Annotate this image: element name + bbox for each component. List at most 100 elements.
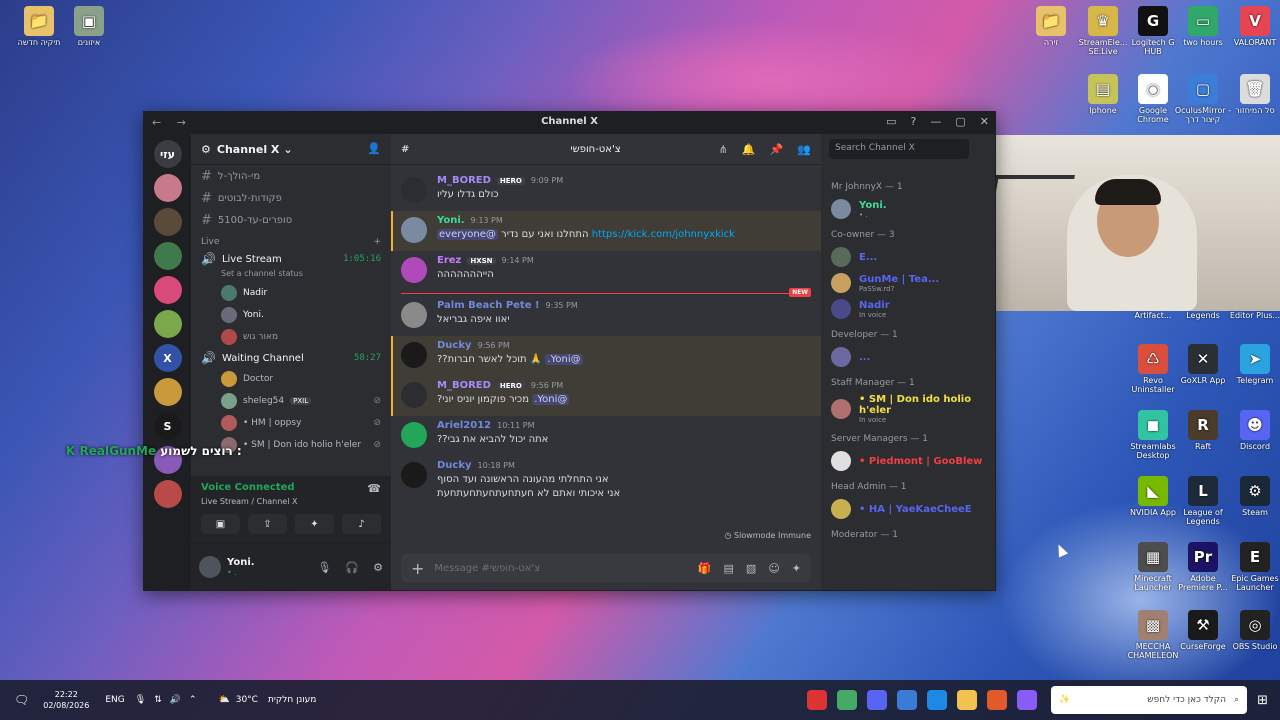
server-icon[interactable] [153,242,182,270]
desktop-icon[interactable]: ☻ Discord [1226,410,1280,451]
channel-status[interactable]: Set a channel status [191,269,391,282]
disconnect-icon[interactable]: ☎ [367,482,381,495]
message-author[interactable]: Palm Beach Pete ! [437,300,540,311]
windows-start-icon[interactable]: ⊞ [1257,693,1268,708]
desktop-icon[interactable]: 🗑 סל המיחזור [1226,74,1280,115]
add-channel-icon[interactable]: + [373,237,381,247]
desktop-icon[interactable]: V VALORANT [1226,6,1280,47]
microphone-tray-icon[interactable]: 🎙 [135,695,146,705]
server-icon[interactable] [153,480,182,508]
desktop-icon[interactable]: ⚒ CurseForge [1174,610,1232,651]
message-author[interactable]: M_BORED [437,175,491,186]
desktop-icon[interactable]: ◎ OBS Studio [1226,610,1280,651]
desktop-icon[interactable]: E Epic Games Launcher [1226,542,1280,592]
message[interactable]: Ariel2012 10:11 PM אתה יכול להביא את גבי?? [391,416,821,456]
mention[interactable]: @Yoni. [545,354,583,365]
desktop-icon[interactable]: Pr Adobe Premiere P... [1174,542,1232,592]
voice-channel-path[interactable]: Live Stream / Channel X [201,497,381,506]
message[interactable]: Palm Beach Pete ! 9:35 PM יאוו איפה גבריאל [391,296,821,336]
server-icon[interactable] [153,310,182,338]
discord-taskbar-icon[interactable] [867,690,888,710]
message-author[interactable]: Yoni. [437,215,465,226]
settings-gear-icon[interactable]: ⚙ [373,561,383,574]
emoji-icon[interactable]: ☺ [768,562,779,575]
threads-icon[interactable]: ⋔ [719,143,728,156]
apps-icon[interactable]: ✦ [792,562,801,575]
avatar[interactable] [401,217,427,243]
member-item[interactable]: GunMe | Tea... PaSSw.rd? [821,270,995,296]
window-control-icon[interactable]: ▢ [955,115,965,128]
server-icon[interactable] [153,208,182,236]
desktop-icon[interactable]: ▣ איזונים [60,6,118,47]
voice-channel[interactable]: 🔊 Waiting Channel 58:27 [191,348,391,368]
desktop-icon[interactable]: ➤ Telegram [1226,344,1280,385]
message-input[interactable]: Message #צ'אט-חופשי [434,563,540,574]
message[interactable]: M_BORED HERO 9:09 PM כולם גדלו עליו [391,171,821,211]
member-item[interactable]: • SM | Don ido holio h'eler In voice [821,392,995,426]
channel-item[interactable]: # סופרים-עד-5100 [191,209,391,231]
screen-share-icon[interactable]: ⇪ [248,514,287,534]
member-item[interactable]: ... [821,344,995,370]
desktop-icon[interactable]: ✕ GoXLR App [1174,344,1232,385]
avatar[interactable] [401,462,427,488]
message-author[interactable]: Erez [437,255,461,266]
members-icon[interactable]: 👥 [797,143,811,156]
mention[interactable]: @Yoni. [532,394,570,405]
member-item[interactable]: Yoni. • . [821,196,995,222]
message[interactable]: Ducky 9:56 PM @Yoni. 🙏 תוכל לאשר חברות?? [391,336,821,376]
avatar[interactable] [401,257,427,283]
member-item[interactable]: • Piedmont | GooBlew [821,448,995,474]
window-control-icon[interactable]: ✕ [980,115,989,128]
message-author[interactable]: M_BORED [437,380,491,391]
server-icon[interactable]: עזי [153,140,182,168]
message[interactable]: Erez HXSN 9:14 PM הייההההההה [391,251,821,291]
search-box[interactable]: ✨ הקלד כאן כדי לחפש ⌕ [1051,686,1248,714]
taskbar-app-icon[interactable] [807,690,828,710]
avatar[interactable] [401,422,427,448]
voice-user[interactable]: Doctor [191,368,391,390]
language-indicator[interactable]: ENG [105,695,124,705]
clock-date[interactable]: 02/08/2026 [43,700,89,711]
avatar[interactable] [401,302,427,328]
taskbar-app-icon[interactable] [987,690,1008,710]
network-icon[interactable]: ⇅ [154,695,162,705]
volume-icon[interactable]: 🔊 [170,695,181,705]
soundboard-icon[interactable]: ♪ [342,514,381,534]
bell-icon[interactable]: 🔔 [742,143,756,156]
window-controls[interactable]: ▭? — ▢ ✕ [886,115,989,128]
copilot-icon[interactable] [1017,690,1038,710]
category-live[interactable]: Live + [191,231,391,249]
sticker-icon[interactable]: ▧ [746,562,756,575]
headphones-icon[interactable]: 🎧 [345,561,359,574]
voice-user[interactable]: מאור גוש [191,326,391,348]
gif-icon[interactable]: ▤ [724,562,734,575]
avatar[interactable] [401,342,427,368]
voice-user[interactable]: • HM | oppsy ⊘ [191,412,391,434]
mention[interactable]: @everyone [437,229,498,240]
avatar[interactable] [401,177,427,203]
voice-channel[interactable]: 🔊 Live Stream 1:05:16 [191,249,391,269]
desktop-icon[interactable]: R Raft [1174,410,1232,451]
member-item[interactable]: E... [821,244,995,270]
desktop-icon[interactable]: L League of Legends [1174,476,1232,526]
weather-text[interactable]: מעונן חלקית [268,695,316,705]
weather-temp[interactable]: 30°C [236,695,258,705]
gift-icon[interactable]: 🎁 [698,562,712,575]
message-link[interactable]: https://kick.com/johnnyxkick [592,229,735,240]
voice-user[interactable]: Yoni. [191,304,391,326]
avatar[interactable] [401,382,427,408]
message-composer[interactable]: + Message #צ'אט-חופשי 🎁 ▤ ▧ ☺ ✦ [401,554,811,582]
add-member-icon[interactable]: 👤 [367,142,381,155]
desktop-icon[interactable]: 📁 זירה [1022,6,1080,47]
window-control-icon[interactable]: — [930,115,941,128]
clock-time[interactable]: 22:22 [43,689,89,700]
channel-item[interactable]: # מי-הולך-ל [191,165,391,187]
taskbar-app-icon[interactable] [897,690,918,710]
taskbar-app-icon[interactable] [837,690,858,710]
desktop-icon[interactable]: ▢ OculusMirror - קיצור דרך [1174,74,1232,124]
search-input[interactable]: Search Channel X [829,139,969,159]
notification-icon[interactable]: 🗨 [14,693,29,707]
message-author[interactable]: Ducky [437,340,472,351]
channel-item[interactable]: # פקודות-לבוטים [191,187,391,209]
desktop-icon[interactable]: ▭ two hours [1174,6,1232,47]
